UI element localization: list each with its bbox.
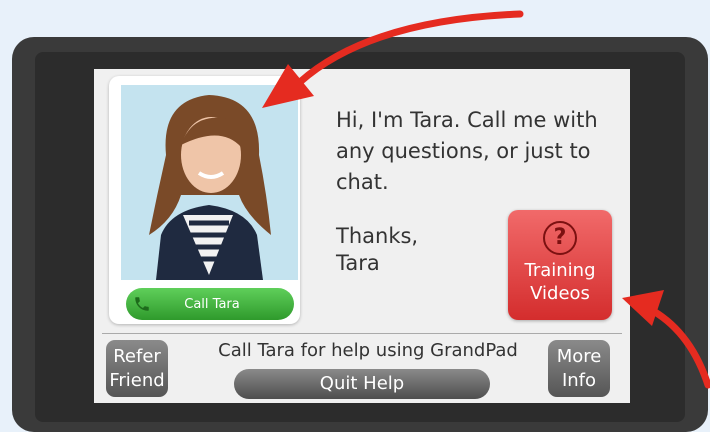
annotation-arrows (262, 10, 710, 389)
arrow-to-photo (262, 10, 524, 108)
arrow-to-training (622, 290, 710, 389)
